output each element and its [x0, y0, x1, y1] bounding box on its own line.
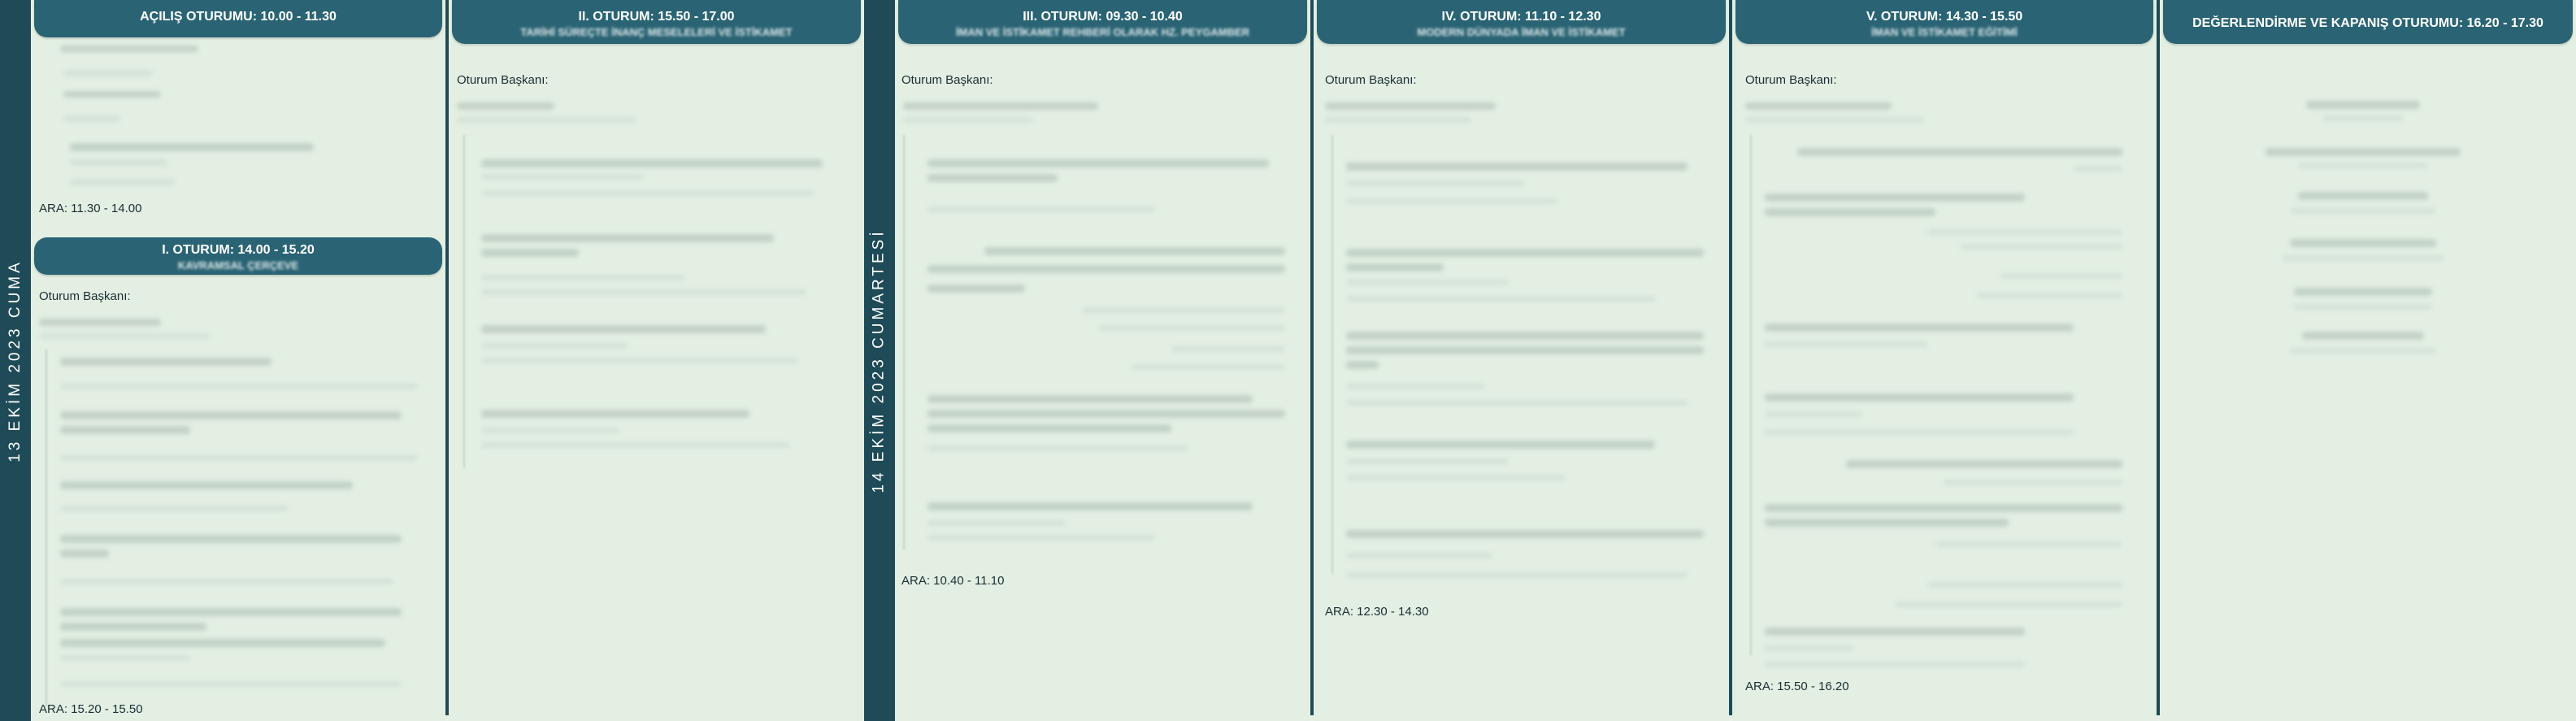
session-title: AÇILIŞ OTURUMU: 10.00 - 11.30 — [140, 10, 337, 24]
session-header-1: I. OTURUM: 14.00 - 15.20 KAVRAMSAL ÇERÇE… — [34, 237, 442, 275]
session-header-2: II. OTURUM: 15.50 - 17.00 TARİHİ SÜREÇTE… — [452, 0, 861, 44]
break-label: ARA: 12.30 - 14.30 — [1325, 605, 1429, 619]
session-subtitle: MODERN DÜNYADA İMAN VE İSTİKAMET — [1417, 26, 1626, 38]
break-label: ARA: 10.40 - 11.10 — [901, 574, 1005, 588]
column-session-3: III. OTURUM: 09.30 - 10.40 İMAN VE İSTİK… — [895, 0, 1310, 721]
session-subtitle: İMAN VE İSTİKAMET EĞİTİMİ — [1871, 26, 2018, 38]
chair-label: Oturum Başkanı: — [901, 73, 993, 87]
chair-label: Oturum Başkanı: — [457, 73, 549, 87]
session-subtitle: İMAN VE İSTİKAMET REHBERİ OLARAK HZ. PEY… — [955, 26, 1250, 38]
day-band-saturday: 14 EKİM 2023 CUMARTESİ — [864, 0, 895, 721]
column-session-5: V. OTURUM: 14.30 - 15.50 İMAN VE İSTİKAM… — [1732, 0, 2157, 721]
session-title: DEĞERLENDİRME VE KAPANIŞ OTURUMU: 16.20 … — [2192, 16, 2543, 30]
day-label: 14 EKİM 2023 CUMARTESİ — [871, 228, 888, 493]
session-title: I. OTURUM: 14.00 - 15.20 — [162, 243, 315, 257]
day-label: 13 EKİM 2023 CUMA — [7, 258, 24, 463]
session-subtitle: TARİHİ SÜREÇTE İNANÇ MESELELERİ VE İSTİK… — [520, 26, 793, 38]
session-header-3: III. OTURUM: 09.30 - 10.40 İMAN VE İSTİK… — [898, 0, 1307, 44]
column-session-2: II. OTURUM: 15.50 - 17.00 TARİHİ SÜREÇTE… — [449, 0, 864, 721]
break-label: ARA: 11.30 - 14.00 — [39, 202, 142, 215]
column-opening-session-1: AÇILIŞ OTURUMU: 10.00 - 11.30 ARA: 11.30… — [31, 0, 445, 721]
session-header-4: IV. OTURUM: 11.10 - 12.30 MODERN DÜNYADA… — [1317, 0, 1726, 44]
session-title: IV. OTURUM: 11.10 - 12.30 — [1441, 10, 1601, 24]
session-title: II. OTURUM: 15.50 - 17.00 — [578, 10, 735, 24]
day-band-friday: 13 EKİM 2023 CUMA — [0, 0, 31, 721]
session-title: V. OTURUM: 14.30 - 15.50 — [1866, 10, 2023, 24]
session-title: III. OTURUM: 09.30 - 10.40 — [1023, 10, 1183, 24]
session-header-closing: DEĞERLENDİRME VE KAPANIŞ OTURUMU: 16.20 … — [2163, 0, 2573, 44]
chair-label: Oturum Başkanı: — [39, 289, 131, 303]
chair-label: Oturum Başkanı: — [1745, 73, 1837, 87]
chair-label: Oturum Başkanı: — [1325, 73, 1417, 87]
session-header-opening: AÇILIŞ OTURUMU: 10.00 - 11.30 — [34, 0, 442, 37]
session-subtitle: KAVRAMSAL ÇERÇEVE — [177, 259, 299, 271]
column-session-4: IV. OTURUM: 11.10 - 12.30 MODERN DÜNYADA… — [1314, 0, 1729, 721]
break-label: ARA: 15.20 - 15.50 — [39, 702, 143, 716]
column-closing-session: DEĞERLENDİRME VE KAPANIŞ OTURUMU: 16.20 … — [2160, 0, 2576, 721]
session-header-5: V. OTURUM: 14.30 - 15.50 İMAN VE İSTİKAM… — [1735, 0, 2153, 44]
break-label: ARA: 15.50 - 16.20 — [1745, 680, 1849, 693]
